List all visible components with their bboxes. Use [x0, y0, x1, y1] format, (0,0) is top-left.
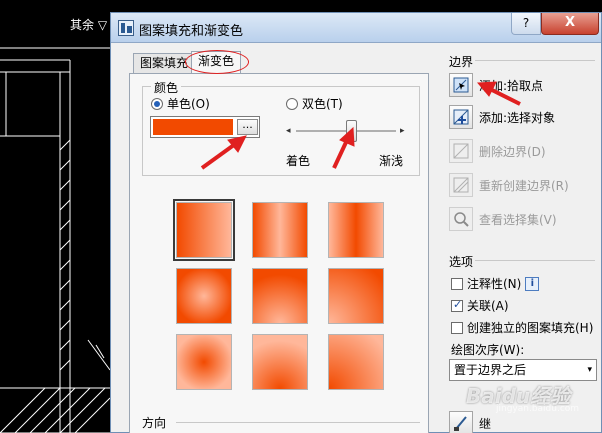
shade-tint-slider[interactable]: ◂ ▸ [286, 117, 408, 145]
title-bar[interactable]: 图案填充和渐变色 ? X [111, 13, 601, 43]
gradient-swatch-hemispherical[interactable] [252, 268, 308, 324]
boundary-rule [475, 60, 595, 61]
draw-order-value: 置于边界之后 [454, 363, 527, 377]
add-pick-points-button[interactable]: 添加:拾取点 [449, 73, 543, 97]
pick-points-icon [449, 73, 473, 97]
add-select-objects-button[interactable]: 添加:选择对象 [449, 105, 555, 129]
add-select-objects-label: 添加:选择对象 [479, 110, 556, 125]
color-swatch[interactable]: ... [150, 116, 260, 138]
select-objects-icon [449, 105, 473, 129]
checkbox-box [451, 321, 463, 334]
close-button[interactable]: X [541, 13, 599, 35]
gradient-swatch-spherical[interactable] [176, 268, 232, 324]
checkbox-box [451, 277, 463, 290]
tint-label: 渐浅 [379, 154, 404, 168]
color-group: 颜色 单色(O) 双色(T) ... ◂ ▸ 着色 渐浅 [142, 79, 420, 176]
slider-left-arrow-icon[interactable]: ◂ [286, 126, 291, 136]
add-pick-points-label: 添加:拾取点 [479, 78, 544, 93]
gradient-swatch-inv-spherical[interactable] [176, 334, 232, 390]
recreate-boundary-icon [449, 173, 473, 197]
app-icon [118, 20, 134, 36]
inherit-properties-label: 继 [479, 416, 492, 431]
recreate-boundary-button[interactable]: 重新创建边界(R) [449, 173, 569, 197]
browse-color-button[interactable]: ... [237, 119, 258, 135]
recreate-boundary-label: 重新创建边界(R) [479, 178, 569, 193]
checkbox-box-checked [451, 298, 463, 312]
two-color-label: 双色(T) [302, 97, 343, 111]
remove-boundaries-label: 删除边界(D) [479, 144, 546, 159]
annotative-label: 注释性(N) [467, 277, 522, 291]
slider-right-arrow-icon[interactable]: ▸ [400, 126, 405, 136]
dialog-title: 图案填充和渐变色 [139, 24, 244, 39]
gradient-panel: 颜色 单色(O) 双色(T) ... ◂ ▸ 着色 渐浅 方向 [129, 73, 429, 433]
direction-divider [176, 422, 420, 423]
watermark-url: jingyan.baidu.com [496, 404, 580, 414]
options-title: 选项 [449, 255, 474, 269]
slider-thumb[interactable] [346, 120, 357, 142]
associative-label: 关联(A) [467, 299, 509, 313]
one-color-radio[interactable]: 单色(O) [151, 95, 210, 112]
direction-legend: 方向 [142, 416, 167, 430]
color-fill [153, 119, 233, 135]
shade-label: 着色 [286, 154, 311, 168]
gradient-swatch-cylinder[interactable] [252, 202, 308, 258]
inherit-properties-button[interactable]: 继 [449, 411, 491, 433]
remove-boundaries-button[interactable]: 删除边界(D) [449, 139, 546, 163]
gradient-swatch-inv-curved[interactable] [328, 334, 384, 390]
view-selections-button[interactable]: 查看选择集(V) [449, 207, 557, 231]
associative-checkbox[interactable]: 关联(A) [451, 297, 509, 314]
cad-annotation: 其余 ▽ [70, 18, 108, 32]
separate-hatches-checkbox[interactable]: 创建独立的图案填充(H) [451, 319, 593, 336]
separate-hatches-label: 创建独立的图案填充(H) [467, 321, 594, 335]
boundary-title: 边界 [449, 55, 474, 69]
one-color-label: 单色(O) [167, 97, 210, 111]
options-rule [475, 260, 595, 261]
two-color-radio[interactable]: 双色(T) [286, 95, 343, 112]
gradient-swatch-curved[interactable] [328, 268, 384, 324]
draw-order-label: 绘图次序(W): [451, 343, 525, 357]
remove-boundary-icon [449, 139, 473, 163]
info-icon[interactable]: i [525, 276, 540, 291]
magnifier-icon [449, 207, 473, 231]
radio-dot [286, 97, 298, 110]
gradient-swatch-inv-hemispherical[interactable] [252, 334, 308, 390]
draw-order-dropdown[interactable]: 置于边界之后 ▾ [449, 359, 597, 381]
radio-dot-selected [151, 97, 163, 110]
chevron-down-icon: ▾ [587, 365, 592, 375]
annotative-checkbox[interactable]: 注释性(N) i [451, 275, 540, 292]
tab-highlight-ellipse [185, 50, 249, 74]
hatch-gradient-dialog: 图案填充和渐变色 ? X 图案填充 渐变色 颜色 单色(O) 双色(T) ...… [110, 12, 602, 433]
color-legend: 颜色 [151, 79, 182, 96]
gradient-swatch-inv-cylinder[interactable] [328, 202, 384, 258]
help-button[interactable]: ? [511, 13, 541, 35]
gradient-pattern-grid [173, 199, 386, 392]
gradient-swatch-linear[interactable] [173, 199, 235, 261]
brush-icon [449, 411, 473, 433]
view-selections-label: 查看选择集(V) [479, 212, 557, 227]
